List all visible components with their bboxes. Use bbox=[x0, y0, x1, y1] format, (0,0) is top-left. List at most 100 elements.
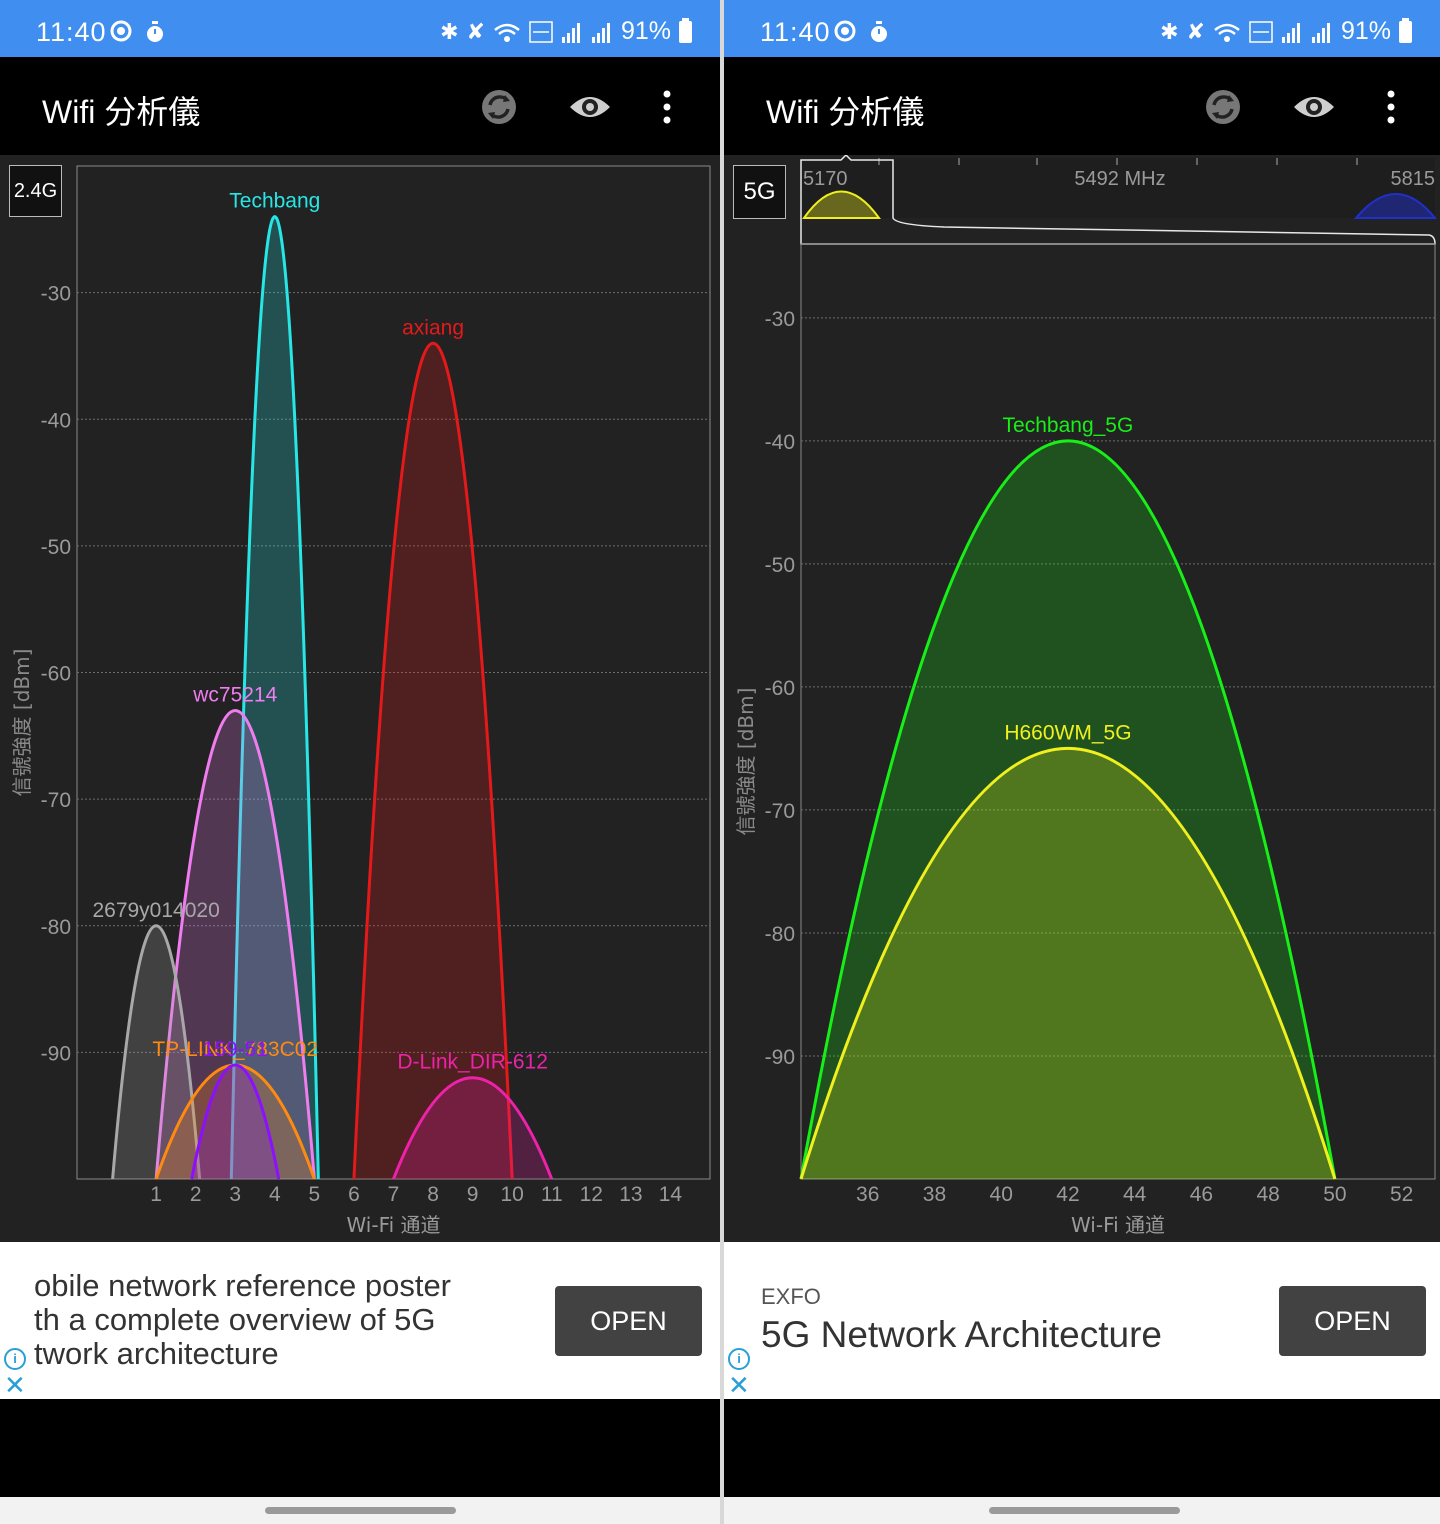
freq-right-label: 5815 bbox=[1391, 168, 1436, 190]
x-tick-label: 40 bbox=[990, 1183, 1013, 1206]
x-tick-label: 9 bbox=[467, 1183, 479, 1206]
y-tick-label: -30 bbox=[41, 283, 71, 306]
ssid-label: 159-51 bbox=[203, 1038, 268, 1061]
ssid-label: Techbang_5G bbox=[1003, 414, 1134, 437]
y-tick-label: -90 bbox=[41, 1042, 71, 1065]
ad-banner[interactable]: obile network reference poster th a comp… bbox=[0, 1242, 720, 1399]
screen-record-icon bbox=[834, 20, 856, 42]
ssid-label: wc75214 bbox=[192, 683, 277, 706]
app-bar: Wifi 分析儀 bbox=[0, 57, 720, 155]
nav-bar bbox=[724, 1497, 1440, 1524]
ad-close-icon[interactable]: ✕ bbox=[4, 1372, 26, 1398]
refresh-icon[interactable] bbox=[1201, 85, 1245, 129]
eye-icon[interactable] bbox=[1292, 85, 1336, 129]
bottom-area bbox=[0, 1399, 720, 1497]
ssid-label: Techbang bbox=[229, 190, 320, 213]
home-handle[interactable] bbox=[265, 1507, 456, 1514]
left-screen: 11:40 ✱ ✘ 91% Wifi 分析儀 2.4G -30 -40 -50 -60… bbox=[0, 0, 720, 1524]
freq-left-label: 5170 bbox=[803, 168, 848, 190]
status-time: 11:40 bbox=[36, 17, 107, 47]
ad-close-icon[interactable]: ✕ bbox=[728, 1372, 750, 1398]
ssid-label: axiang bbox=[402, 316, 464, 339]
y-tick-label: -80 bbox=[765, 923, 795, 946]
ad-info-icon[interactable]: i bbox=[728, 1348, 750, 1370]
battery-percent: 91% bbox=[1340, 17, 1391, 45]
y-axis-label: 信號強度 [dBm] bbox=[10, 649, 34, 797]
ad-title: 5G Network Architecture bbox=[761, 1314, 1162, 1355]
more-vert-icon[interactable] bbox=[645, 85, 689, 129]
y-tick-label: -30 bbox=[765, 308, 795, 331]
battery-icon bbox=[1399, 17, 1412, 43]
status-bar: 11:40 ✱ ✘ 91% bbox=[0, 0, 720, 57]
ad-text-line: th a complete overview of 5G bbox=[34, 1302, 436, 1337]
ad-brand: EXFO bbox=[761, 1284, 821, 1309]
channel-graph: 5G 5170 5492 MHz 5815 -30 -40 -50 -60 -70 -80 -90… bbox=[724, 155, 1440, 1242]
ad-banner[interactable]: EXFO 5G Network Architecture OPEN i ✕ bbox=[724, 1242, 1440, 1399]
battery-percent: 91% bbox=[620, 17, 671, 45]
ad-text-line: obile network reference poster bbox=[34, 1268, 452, 1303]
x-axis-label: Wi-Fi 通道 bbox=[346, 1213, 440, 1237]
y-tick-label: -90 bbox=[765, 1046, 795, 1069]
bottom-area bbox=[724, 1399, 1440, 1497]
ad-info-icon[interactable]: i bbox=[4, 1348, 26, 1370]
x-tick-label: 1 bbox=[150, 1183, 162, 1206]
timer-icon bbox=[147, 21, 163, 42]
x-tick-label: 3 bbox=[229, 1183, 241, 1206]
signal-icon bbox=[561, 22, 580, 43]
y-tick-label: -40 bbox=[41, 409, 71, 432]
x-axis-label: Wi-Fi 通道 bbox=[1071, 1213, 1165, 1237]
x-tick-label: 13 bbox=[619, 1183, 642, 1206]
x-tick-label: 11 bbox=[541, 1183, 563, 1206]
bluetooth-icon: ✱ bbox=[440, 18, 459, 44]
mute-icon: ✘ bbox=[1186, 18, 1205, 44]
screen-record-icon bbox=[110, 20, 132, 42]
more-vert-icon[interactable] bbox=[1369, 85, 1413, 129]
mute-icon: ✘ bbox=[466, 18, 485, 44]
status-bar: 11:40 ✱ ✘ 91% bbox=[724, 0, 1440, 57]
y-tick-label: -70 bbox=[41, 789, 71, 812]
x-tick-label: 2 bbox=[190, 1183, 202, 1206]
x-tick-label: 8 bbox=[427, 1183, 439, 1206]
y-tick-label: -60 bbox=[41, 663, 71, 686]
nav-bar bbox=[0, 1497, 720, 1524]
ad-open-button[interactable]: OPEN bbox=[555, 1286, 702, 1356]
x-tick-label: 42 bbox=[1056, 1183, 1079, 1206]
ad-open-button[interactable]: OPEN bbox=[1279, 1286, 1426, 1356]
signal-icon bbox=[1281, 22, 1300, 43]
channel-graph-svg: 5170 5492 MHz 5815 -30 -40 -50 -60 -70 -80 -90 36 3… bbox=[734, 155, 1438, 1237]
y-tick-label: -70 bbox=[765, 800, 795, 823]
x-tick-label: 12 bbox=[580, 1183, 603, 1206]
x-tick-label: 4 bbox=[269, 1183, 281, 1206]
y-tick-label: -40 bbox=[765, 431, 795, 454]
x-tick-label: 48 bbox=[1256, 1183, 1279, 1206]
ssid-label: H660WM_5G bbox=[1004, 721, 1131, 744]
app-title: Wifi 分析儀 bbox=[42, 94, 201, 130]
ssid-label: D-Link_DIR-612 bbox=[397, 1051, 548, 1074]
volte-icon bbox=[1249, 20, 1273, 43]
x-tick-label: 46 bbox=[1190, 1183, 1213, 1206]
home-handle[interactable] bbox=[989, 1507, 1180, 1514]
app-bar: Wifi 分析儀 bbox=[724, 57, 1440, 155]
y-axis-label: 信號強度 [dBm] bbox=[734, 688, 758, 836]
roaming-signal-icon bbox=[591, 22, 610, 43]
bluetooth-icon: ✱ bbox=[1160, 18, 1179, 44]
volte-icon bbox=[529, 20, 553, 43]
x-tick-label: 5 bbox=[309, 1183, 321, 1206]
channel-graph: 2.4G -30 -40 -50 -60 -70 -80 -90 1 2 3 4 5 6 7 8 9 10 11 1… bbox=[0, 155, 720, 1242]
app-title: Wifi 分析儀 bbox=[766, 94, 925, 130]
refresh-icon[interactable] bbox=[477, 85, 521, 129]
x-tick-label: 52 bbox=[1390, 1183, 1413, 1206]
status-time: 11:40 bbox=[760, 17, 831, 47]
wifi-icon bbox=[1214, 23, 1240, 42]
timer-icon bbox=[871, 21, 887, 42]
status-right: ✱ ✘ 91% bbox=[1160, 17, 1412, 46]
eye-icon[interactable] bbox=[568, 85, 612, 129]
ssid-label: 2679y014020 bbox=[92, 899, 219, 922]
ad-text-line: twork architecture bbox=[34, 1336, 279, 1371]
x-tick-label: 10 bbox=[501, 1183, 524, 1206]
battery-icon bbox=[679, 17, 692, 43]
y-tick-label: -50 bbox=[41, 536, 71, 559]
wifi-icon bbox=[494, 23, 520, 42]
right-screen: 11:40 ✱ ✘ 91% Wifi 分析儀 5G 5170 5492 MHz 58… bbox=[724, 0, 1440, 1524]
status-right: ✱ ✘ 91% bbox=[440, 17, 692, 46]
